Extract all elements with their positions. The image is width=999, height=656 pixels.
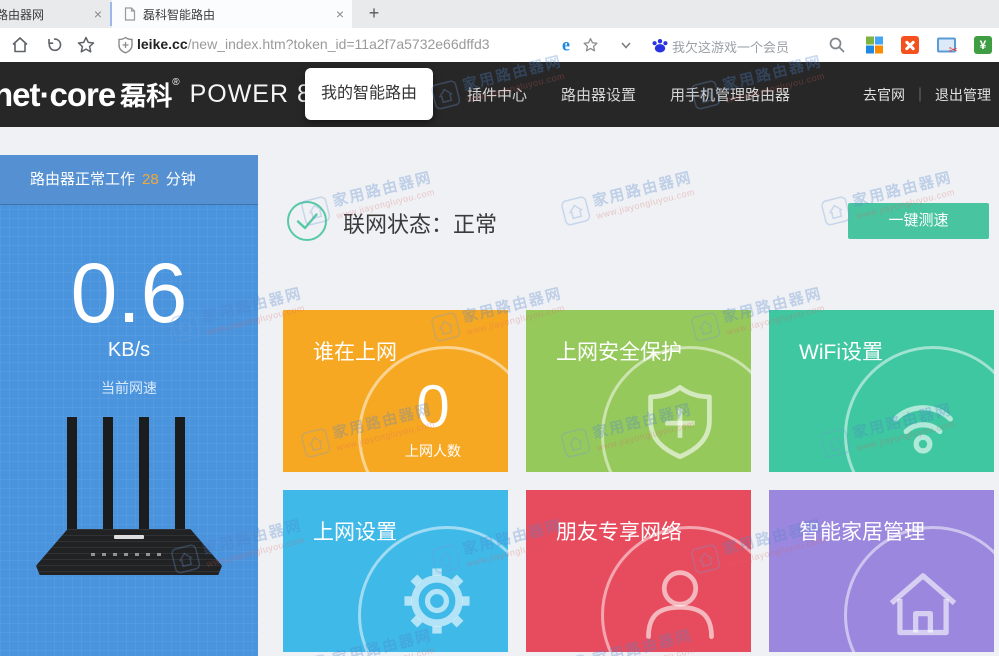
home-icon[interactable] [10, 35, 30, 55]
refresh-icon[interactable] [44, 35, 64, 55]
wifi-icon [881, 379, 965, 463]
sidebar-status-panel: 路由器正常工作28分钟 0.6 KB/s 当前网速 [0, 155, 258, 656]
brand-netcore: net·core [0, 76, 115, 114]
chevron-down-icon[interactable] [618, 37, 634, 53]
tab-title: 磊科智能路由 [143, 6, 215, 23]
url-host: leike.cc [137, 36, 188, 52]
status-check-icon [286, 200, 328, 242]
browser-tab-bar: 路由器网 × 磊科智能路由 × + [0, 0, 999, 28]
brand-leike: 磊科 [120, 76, 172, 113]
feature-tiles: 谁在上网 0 上网人数 上网安全保护 [283, 310, 994, 652]
speed-value: 0.6 [0, 251, 258, 335]
network-status-row: 联网状态：正常 一键测速 [286, 200, 994, 242]
speed-caption: 当前网速 [0, 378, 258, 398]
router-logo-mark [114, 535, 144, 539]
router-antenna [103, 417, 113, 531]
network-status-text: 联网状态：正常 [343, 207, 497, 239]
person-icon [638, 559, 722, 643]
site-security-shield-icon[interactable] [117, 36, 134, 54]
tile-wifi-settings[interactable]: WiFi设置 [769, 310, 994, 472]
tab-close-icon[interactable]: × [94, 7, 102, 21]
rebate-money-icon[interactable]: ¥ [974, 36, 992, 54]
tile-who-is-online[interactable]: 谁在上网 0 上网人数 [283, 310, 508, 472]
uptime-unit: 分钟 [166, 171, 196, 188]
screenshot-icon[interactable]: ✂ [937, 38, 956, 53]
bookmark-star-icon[interactable] [76, 35, 96, 55]
browser-tab-2-active[interactable]: 磊科智能路由 × [112, 0, 352, 28]
page-icon [124, 7, 136, 21]
gear-icon [395, 559, 479, 643]
home-icon [881, 559, 965, 643]
tile-smart-home[interactable]: 智能家居管理 [769, 490, 994, 652]
nav-links: 去官网 ｜ 退出管理 [863, 62, 991, 127]
router-image [36, 417, 222, 575]
tile-security-protection[interactable]: 上网安全保护 [526, 310, 751, 472]
nav-item-router-settings[interactable]: 路由器设置 [561, 84, 636, 105]
nav-item-manage-by-phone[interactable]: 用手机管理路由器 [670, 84, 790, 105]
main-content: 联网状态：正常 一键测速 谁在上网 0 上网人数 上网安全保护 [258, 127, 999, 656]
apps-grid-icon[interactable] [866, 37, 883, 54]
nav-menu: 我的智能路由 插件中心 路由器设置 用手机管理路由器 [305, 62, 790, 127]
router-navbar: net·core 磊科 ® POWER 8L 我的智能路由 插件中心 路由器设置… [0, 62, 999, 127]
netcore-logo: net·core 磊科 ® POWER 8L [0, 62, 327, 127]
router-antenna [67, 417, 77, 531]
uptime-prefix: 路由器正常工作 [30, 171, 135, 188]
tab-close-icon[interactable]: × [336, 7, 344, 21]
uptime-value: 28 [135, 171, 166, 188]
baidu-paw-icon [651, 36, 669, 54]
new-tab-button[interactable]: + [360, 0, 388, 28]
tab-title: 路由器网 [0, 6, 80, 23]
tools-icon[interactable] [901, 36, 919, 54]
favorite-star-icon[interactable] [582, 37, 599, 54]
browser-toolbar: leike.cc/new_index.htm?token_id=11a2f7a5… [0, 28, 999, 62]
router-antenna [139, 417, 149, 531]
tile-internet-settings[interactable]: 上网设置 [283, 490, 508, 652]
link-divider: ｜ [913, 85, 927, 105]
link-official-site[interactable]: 去官网 [863, 85, 905, 105]
nav-item-plugin-center[interactable]: 插件中心 [467, 84, 527, 105]
tile-title: WiFi设置 [799, 336, 883, 366]
online-count: 0 [405, 377, 461, 437]
uptime-banner: 路由器正常工作28分钟 [0, 155, 258, 205]
ie-compat-icon[interactable]: e [562, 35, 570, 56]
registered-mark: ® [172, 77, 179, 88]
online-count-label: 上网人数 [405, 441, 461, 461]
router-antenna [175, 417, 185, 531]
nav-item-my-smart-router[interactable]: 我的智能路由 [305, 68, 433, 120]
browser-tab-1[interactable]: 路由器网 × [0, 0, 110, 28]
speed-unit: KB/s [0, 339, 258, 362]
url-path: /new_index.htm?token_id=11a2f7a5732e66df… [188, 36, 490, 52]
address-bar[interactable]: leike.cc/new_index.htm?token_id=11a2f7a5… [137, 36, 557, 52]
current-speed-block: 0.6 KB/s 当前网速 [0, 251, 258, 398]
router-led-row [91, 553, 167, 556]
tile-title: 谁在上网 [313, 336, 397, 366]
search-input[interactable]: 我欠这游戏一个会员 [672, 37, 822, 56]
speed-test-button[interactable]: 一键测速 [848, 203, 989, 239]
search-icon[interactable] [828, 36, 846, 54]
shield-plus-icon [638, 379, 722, 463]
link-logout[interactable]: 退出管理 [935, 85, 991, 105]
tile-guest-network[interactable]: 朋友专享网络 [526, 490, 751, 652]
scissors-glyph: ✂ [949, 44, 958, 57]
tile-title: 上网设置 [313, 516, 397, 546]
router-dashboard: 路由器正常工作28分钟 0.6 KB/s 当前网速 联网状态：正常 一键测速 [0, 127, 999, 656]
